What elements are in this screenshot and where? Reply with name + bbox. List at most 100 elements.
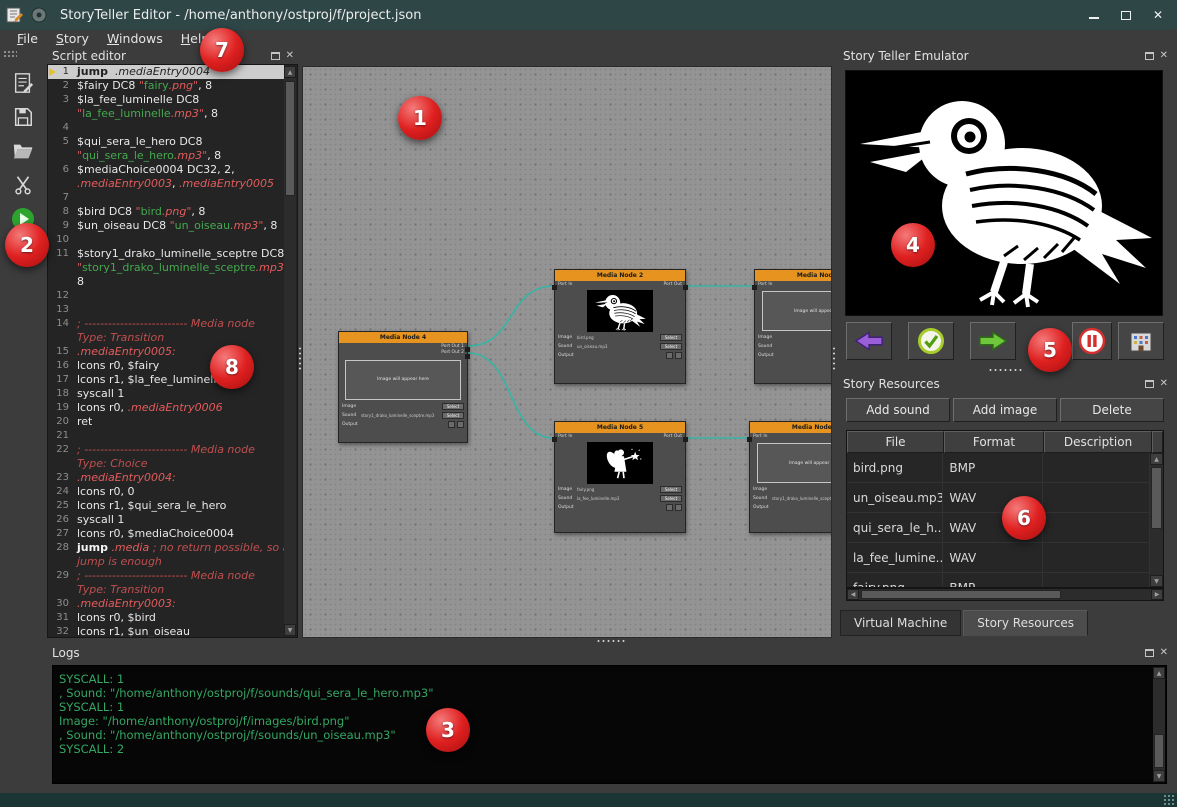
output-port[interactable] (683, 437, 688, 442)
code-line[interactable]: 8$bird DC8 "bird.png", 8 (48, 205, 284, 219)
resource-row[interactable]: un_oiseau.mp3WAV (847, 483, 1150, 513)
dock-splitter-grip[interactable] (988, 368, 1022, 373)
scrollbar-thumb[interactable] (1154, 734, 1164, 768)
code-line[interactable]: 2$fairy DC8 "fairy.png", 8 (48, 79, 284, 93)
code-line[interactable]: .mediaEntry0003, .mediaEntry0005 (48, 177, 284, 191)
new-script-button[interactable] (9, 70, 37, 96)
dock-tab-virtual-machine[interactable]: Virtual Machine (840, 610, 961, 636)
code-line[interactable]: 25lcons r1, $qui_sera_le_hero (48, 499, 284, 513)
toolbar-handle[interactable] (3, 50, 17, 58)
code-line[interactable]: 28jump .media ; no return possible, so a (48, 541, 284, 555)
table-hscrollbar[interactable]: ◀ ▶ (846, 588, 1164, 601)
pause-button[interactable] (1072, 322, 1112, 360)
maximize-button[interactable] (1113, 5, 1139, 25)
column-header-description[interactable]: Description (1044, 431, 1152, 453)
output-port[interactable] (465, 354, 470, 359)
scrollbar-thumb[interactable] (285, 81, 295, 196)
code-line[interactable]: 8 (48, 275, 284, 289)
open-button[interactable] (9, 138, 37, 164)
input-port[interactable] (552, 437, 557, 442)
scroll-left-icon[interactable]: ◀ (847, 589, 859, 600)
code-line[interactable]: 29; -------------------------- Media nod… (48, 569, 284, 583)
node-action-icon[interactable] (675, 504, 682, 511)
close-icon[interactable]: ✕ (1160, 51, 1168, 61)
editor-scrollbar[interactable]: ▲ ▼ (284, 66, 296, 636)
select-button[interactable]: Select (442, 412, 464, 419)
code-line[interactable]: 5$qui_sera_le_hero DC8 (48, 135, 284, 149)
scroll-up-icon[interactable]: ▲ (1150, 453, 1163, 465)
code-line[interactable]: 7 (48, 191, 284, 205)
resource-row[interactable]: la_fee_lumine...WAV (847, 543, 1150, 573)
scroll-up-icon[interactable]: ▲ (1153, 667, 1165, 679)
code-line[interactable]: Type: Transition (48, 583, 284, 597)
code-line[interactable]: 6$mediaChoice0004 DC32, 2, (48, 163, 284, 177)
float-icon[interactable] (271, 52, 280, 60)
code-line[interactable]: 9$un_oiseau DC8 "un_oiseau.mp3", 8 (48, 219, 284, 233)
validate-button[interactable] (908, 322, 954, 360)
code-line[interactable]: "story1_drako_luminelle_sceptre.mp3", (48, 261, 284, 275)
code-line[interactable]: 4 (48, 121, 284, 135)
node-action-icon[interactable] (666, 352, 673, 359)
media-node[interactable]: Media Node 6Port InImage will appear her… (749, 421, 832, 533)
select-button[interactable]: Select (660, 343, 682, 350)
node-canvas[interactable]: Media Node 4Port Out 1Port Out 2Image wi… (302, 66, 832, 638)
input-port[interactable] (747, 437, 752, 442)
float-icon[interactable] (1145, 380, 1154, 388)
code-line[interactable]: 3$la_fee_luminelle DC8 (48, 93, 284, 107)
code-line[interactable]: 24lcons r0, 0 (48, 485, 284, 499)
resource-row[interactable]: fairy.pngBMP (847, 573, 1150, 587)
delete-button[interactable]: Delete (1060, 398, 1164, 422)
code-line[interactable]: 14; -------------------------- Media nod… (48, 317, 284, 331)
code-line[interactable]: 1jump .mediaEntry0004 (48, 65, 284, 79)
menu-story[interactable]: Story (47, 30, 98, 48)
table-scrollbar[interactable]: ▲ ▼ (1150, 453, 1163, 587)
node-action-icon[interactable] (666, 504, 673, 511)
add-sound-button[interactable]: Add sound (846, 398, 950, 422)
add-image-button[interactable]: Add image (953, 398, 1057, 422)
scrollbar-thumb[interactable] (1151, 467, 1162, 529)
scroll-down-icon[interactable]: ▼ (1153, 770, 1165, 782)
home-building-button[interactable] (1118, 322, 1164, 360)
media-node[interactable]: Media Node 5Port InPort OutImagefairy.pn… (554, 421, 686, 533)
code-line[interactable]: 26syscall 1 (48, 513, 284, 527)
select-button[interactable]: Select (660, 486, 682, 493)
column-header-format[interactable]: Format (944, 431, 1044, 453)
code-line[interactable]: Type: Choice (48, 457, 284, 471)
output-port[interactable] (465, 347, 470, 352)
code-line[interactable]: 13 (48, 303, 284, 317)
code-line[interactable]: 27lcons r0, $mediaChoice0004 (48, 527, 284, 541)
scrollbar-thumb[interactable] (861, 590, 1061, 599)
code-editor[interactable]: 1jump .mediaEntry00042$fairy DC8 "fairy.… (47, 64, 298, 638)
code-line[interactable]: Type: Transition (48, 331, 284, 345)
code-line[interactable]: "la_fee_luminelle.mp3", 8 (48, 107, 284, 121)
resource-row[interactable]: bird.pngBMP (847, 453, 1150, 483)
logs-scrollbar[interactable]: ▲ ▼ (1153, 667, 1165, 782)
cut-button[interactable] (9, 172, 37, 198)
float-icon[interactable] (1145, 52, 1154, 60)
input-port[interactable] (752, 285, 757, 290)
close-button[interactable]: ✕ (1145, 5, 1171, 25)
select-button[interactable]: Select (660, 495, 682, 502)
dock-tab-story-resources[interactable]: Story Resources (963, 610, 1088, 636)
minimize-button[interactable] (1081, 5, 1107, 25)
code-line[interactable]: 11$story1_drako_luminelle_sceptre DC8 (48, 247, 284, 261)
logs-content[interactable]: SYSCALL: 1, Sound: "/home/anthony/ostpro… (52, 665, 1167, 784)
input-port[interactable] (552, 285, 557, 290)
column-header-file[interactable]: File (847, 431, 944, 453)
back-button[interactable] (846, 322, 892, 360)
scroll-down-icon[interactable]: ▼ (1150, 575, 1163, 587)
output-port[interactable] (683, 285, 688, 290)
code-line[interactable]: 31lcons r0, $bird (48, 611, 284, 625)
save-button[interactable] (9, 104, 37, 130)
scroll-down-icon[interactable]: ▼ (284, 624, 296, 636)
scroll-up-icon[interactable]: ▲ (284, 66, 296, 78)
code-line[interactable]: jump is enough (48, 555, 284, 569)
code-line[interactable]: 10 (48, 233, 284, 247)
scroll-right-icon[interactable]: ▶ (1151, 589, 1163, 600)
code-line[interactable]: 21 (48, 429, 284, 443)
code-line[interactable]: 23.mediaEntry0004: (48, 471, 284, 485)
select-button[interactable]: Select (442, 403, 464, 410)
close-icon[interactable]: ✕ (286, 51, 294, 61)
node-action-icon[interactable] (675, 352, 682, 359)
close-icon[interactable]: ✕ (1160, 379, 1168, 389)
